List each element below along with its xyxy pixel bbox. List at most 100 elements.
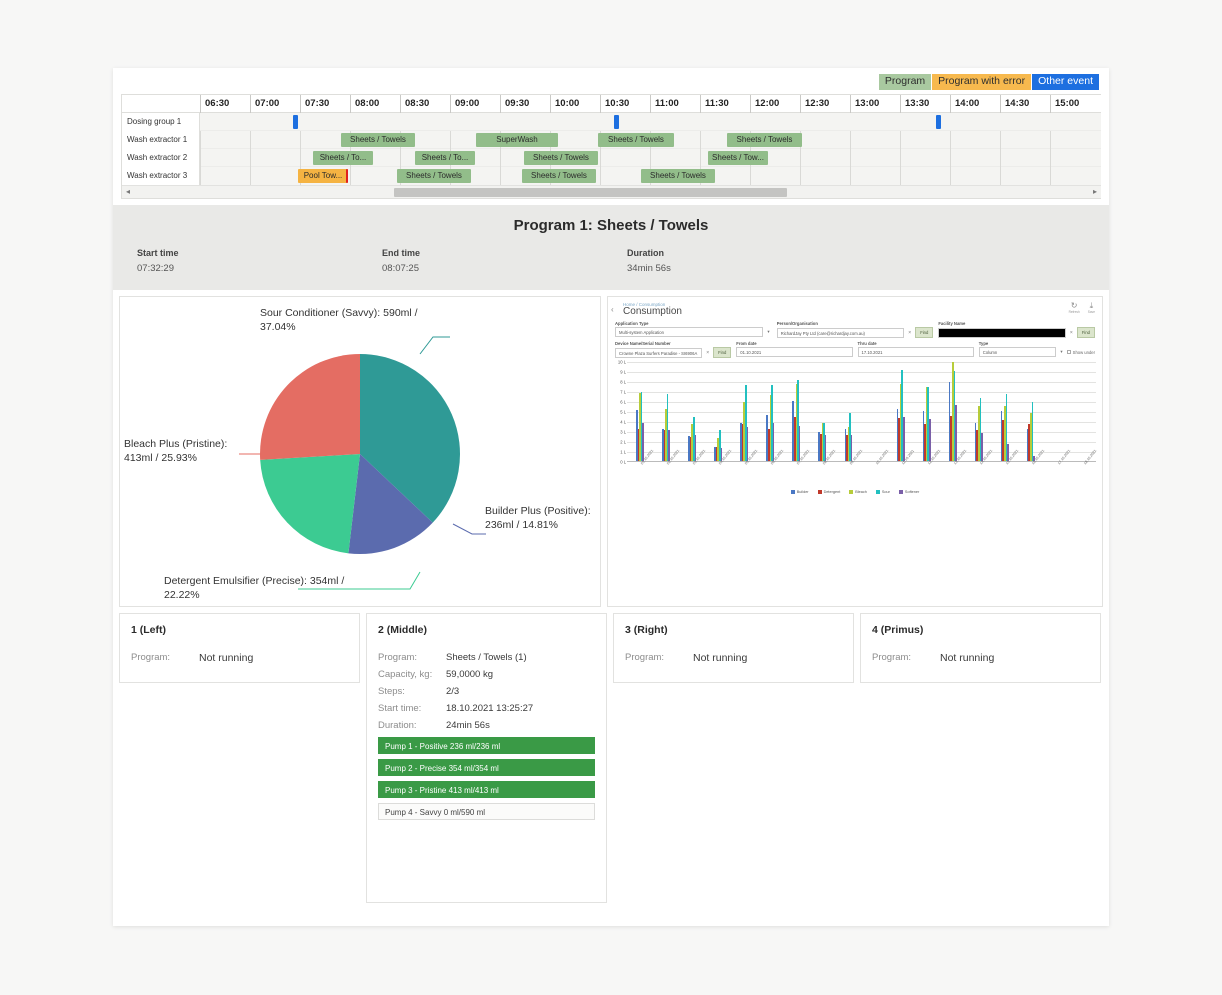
- show-under-checkbox[interactable]: Show under: [1066, 350, 1095, 355]
- facility-name-input[interactable]: [938, 327, 1066, 338]
- machine-title: 3 (Right): [625, 624, 668, 636]
- consumption-bar-chart: 0 L 1 L 2 L 3 L 4 L 5 L 6 L 7 L 8 L 9 L 10 L 01.10…: [614, 360, 1097, 494]
- type-label: Type: [978, 341, 989, 346]
- person-org-input[interactable]: RichardJay Pty Ltd (care@richardjay.com.…: [776, 327, 905, 338]
- clear-icon[interactable]: ×: [906, 330, 913, 336]
- gantt-row-lane: [200, 113, 1101, 130]
- chart-legend: Builder Detergent Bleach Sour Softener: [614, 490, 1096, 494]
- bar[interactable]: [642, 423, 645, 461]
- scroll-right-arrow-icon[interactable]: ▸: [1093, 187, 1097, 196]
- clear-icon[interactable]: ×: [704, 350, 711, 356]
- refresh-button[interactable]: ↻ Refresh: [1069, 301, 1080, 314]
- gantt-bar[interactable]: Sheets / Towels: [641, 169, 715, 183]
- legend-item[interactable]: Sour: [875, 490, 890, 494]
- time-tick: 10:30: [600, 95, 650, 113]
- gantt-bar[interactable]: Sheets / Towels: [598, 133, 674, 147]
- gantt-bar[interactable]: [936, 115, 941, 129]
- legend-item[interactable]: Detergent: [817, 490, 840, 494]
- time-tick: 11:00: [650, 95, 700, 113]
- gantt-bar[interactable]: Sheets / To...: [415, 151, 475, 165]
- time-tick: 09:30: [500, 95, 550, 113]
- chevron-down-icon[interactable]: ▾: [1058, 349, 1064, 355]
- gantt-bar[interactable]: Sheets / Towels: [397, 169, 471, 183]
- from-date-input[interactable]: 01.10.2021: [736, 347, 853, 357]
- gantt-bar[interactable]: Sheets / Towels: [522, 169, 596, 183]
- machine-detail-row: Program: Not running: [131, 652, 348, 664]
- consumption-card: ‹ Home / Consumption Consumption ↻ Refre…: [607, 296, 1103, 607]
- bar-group: [1026, 402, 1035, 461]
- legend-item[interactable]: Bleach: [849, 490, 867, 494]
- chart-gridline: [627, 382, 1096, 383]
- gantt-legend-program[interactable]: Program: [878, 74, 932, 90]
- pie-label-sour: Sour Conditioner (Savvy): 590ml / 37.04%: [260, 307, 418, 333]
- machine-detail-key: Steps:: [378, 686, 405, 697]
- machine-detail-key: Capacity, kg:: [378, 669, 433, 680]
- gantt-bar[interactable]: [614, 115, 619, 129]
- facility-name-find-button[interactable]: Find: [1076, 327, 1095, 338]
- gantt-bar[interactable]: Sheets / Towels: [524, 151, 598, 165]
- y-tick-label: 1 L: [620, 449, 627, 455]
- gantt-bar[interactable]: Pool Tow...: [298, 169, 348, 183]
- back-chevron-icon[interactable]: ‹: [611, 305, 614, 314]
- machine-detail-value: Not running: [940, 652, 995, 664]
- bar[interactable]: [902, 417, 905, 461]
- end-time-label: End time: [382, 248, 421, 258]
- chart-gridline: [627, 432, 1096, 433]
- gantt-bar[interactable]: [293, 115, 298, 129]
- gantt-bar[interactable]: Sheets / To...: [313, 151, 373, 165]
- legend-item[interactable]: Builder: [790, 490, 809, 494]
- machine-card: 1 (Left) Program: Not running: [119, 613, 360, 683]
- pie-slice[interactable]: [260, 454, 360, 554]
- gantt-legend-other[interactable]: Other event: [1032, 74, 1099, 90]
- y-tick-label: 7 L: [620, 389, 627, 395]
- pie-slice[interactable]: [260, 354, 360, 460]
- bar[interactable]: [772, 423, 775, 461]
- device-name-find-button[interactable]: Find: [713, 347, 732, 358]
- bar[interactable]: [1031, 402, 1034, 461]
- gantt-row: Wash extractor 3 Pool Tow... Sheets / Towe…: [122, 167, 1101, 185]
- gantt-row: Wash extractor 2 Sheets / To... Sheets / T…: [122, 149, 1101, 167]
- checkbox-box: [1066, 350, 1071, 354]
- clear-icon[interactable]: ×: [1068, 330, 1075, 336]
- bar-group: [714, 430, 723, 461]
- gantt-scrollbar[interactable]: ◂ ▸: [122, 185, 1101, 198]
- chart-gridline: [627, 392, 1096, 393]
- machine-card: 4 (Primus) Program: Not running: [860, 613, 1101, 683]
- device-name-input[interactable]: Crowne Plaza Surfers Paradise - SI6906A: [615, 347, 703, 358]
- chevron-down-icon[interactable]: ▾: [765, 329, 771, 335]
- duration-value: 34min 56s: [627, 263, 671, 274]
- person-org-find-button[interactable]: Find: [915, 327, 934, 338]
- gantt-bar[interactable]: Sheets / Tow...: [708, 151, 768, 165]
- gantt-legend-error[interactable]: Program with error: [932, 74, 1032, 90]
- bar[interactable]: [929, 419, 931, 461]
- bar[interactable]: [955, 405, 957, 461]
- consumption-header: ‹ Home / Consumption Consumption ↻ Refre…: [608, 297, 1102, 319]
- y-tick-label: 6 L: [620, 399, 627, 405]
- legend-label: Builder: [796, 490, 809, 494]
- duration-label: Duration: [627, 248, 664, 258]
- scroll-left-arrow-icon[interactable]: ◂: [126, 187, 130, 196]
- chart-gridline: [627, 402, 1096, 403]
- gantt-bar[interactable]: Sheets / Towels: [341, 133, 415, 147]
- refresh-icon: ↻: [1070, 301, 1078, 310]
- time-tick: 11:30: [700, 95, 750, 113]
- gantt-body: 06:30 07:00 07:30 08:00 08:30 09:00 09:30 10:00…: [121, 94, 1101, 199]
- pie-label-detergent: Detergent Emulsifier (Precise): 354ml / …: [164, 575, 345, 601]
- gantt-legend: Program Program with error Other event: [121, 74, 1101, 90]
- chart-gridline: [627, 372, 1096, 373]
- thru-date-input[interactable]: 17.10.2021: [857, 347, 974, 357]
- save-button[interactable]: ⤓ Save: [1088, 301, 1095, 314]
- gantt-row-label: Wash extractor 1: [122, 131, 200, 149]
- legend-swatch: [817, 490, 822, 494]
- y-tick-label: 8 L: [620, 379, 627, 385]
- scrollbar-thumb[interactable]: [394, 188, 787, 197]
- application-type-select[interactable]: Multi-system Application: [615, 327, 764, 337]
- legend-item[interactable]: Softener: [898, 490, 919, 494]
- type-select[interactable]: Column: [978, 347, 1057, 357]
- machine-detail-row: Duration: 24min 56s: [378, 720, 595, 731]
- gantt-bar[interactable]: SuperWash: [476, 133, 558, 147]
- machine-detail-value: Not running: [199, 652, 254, 664]
- start-time-value: 07:32:29: [137, 263, 174, 274]
- thru-date-label: Thru date: [857, 341, 877, 346]
- gantt-bar[interactable]: Sheets / Towels: [727, 133, 802, 147]
